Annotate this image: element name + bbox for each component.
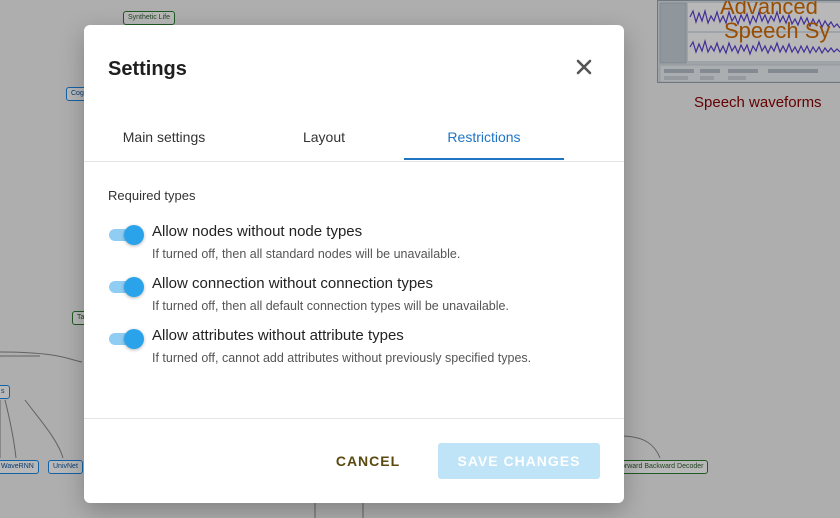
tab-restrictions[interactable]: Restrictions (404, 119, 564, 161)
toggle-knob (124, 329, 144, 349)
save-changes-button[interactable]: SAVE CHANGES (438, 443, 600, 479)
tab-layout[interactable]: Layout (244, 119, 404, 161)
option-connection-without-types: Allow connection without connection type… (108, 275, 608, 321)
section-label: Required types (108, 188, 196, 203)
toggle-attributes-without-types[interactable] (108, 329, 144, 349)
cancel-button[interactable]: CANCEL (328, 443, 408, 479)
option-title: Allow nodes without node types (152, 223, 363, 240)
toggle-knob (124, 277, 144, 297)
toggle-connection-without-types[interactable] (108, 277, 144, 297)
option-title: Allow attributes without attribute types (152, 327, 404, 344)
footer-divider (84, 418, 624, 419)
toggle-knob (124, 225, 144, 245)
option-help: If turned off, cannot add attributes wit… (152, 351, 532, 365)
option-nodes-without-types: Allow nodes without node types If turned… (108, 223, 608, 269)
option-title: Allow connection without connection type… (152, 275, 434, 292)
settings-tabs: Main settings Layout Restrictions (84, 119, 624, 162)
toggle-nodes-without-types[interactable] (108, 225, 144, 245)
dialog-title: Settings (108, 58, 187, 80)
active-tab-indicator (404, 158, 564, 160)
option-help: If turned off, then all standard nodes w… (152, 247, 461, 261)
settings-dialog: Settings Main settings Layout Restrictio… (84, 25, 624, 503)
close-icon (576, 59, 592, 75)
tab-main-settings[interactable]: Main settings (84, 119, 244, 161)
close-button[interactable] (572, 55, 596, 79)
option-help: If turned off, then all default connecti… (152, 299, 509, 313)
option-attributes-without-types: Allow attributes without attribute types… (108, 327, 608, 373)
